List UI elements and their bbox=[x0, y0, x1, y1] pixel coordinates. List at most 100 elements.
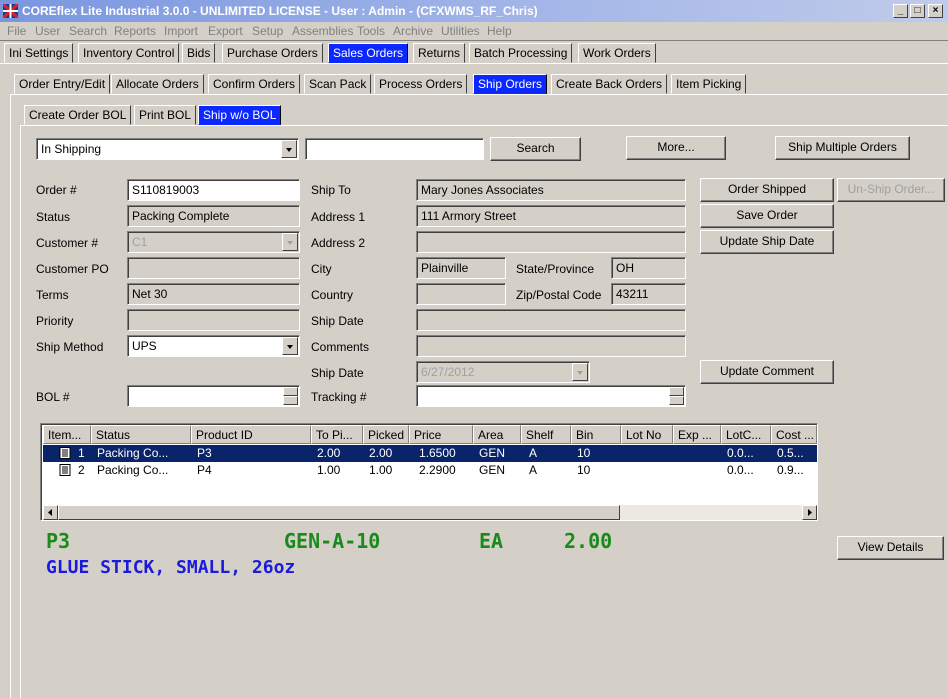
tab-ship-orders[interactable]: Ship Orders bbox=[473, 74, 548, 94]
column-header-item[interactable]: Item... bbox=[43, 425, 91, 444]
column-header-price[interactable]: Price bbox=[409, 425, 473, 444]
tab-inventory-control[interactable]: Inventory Control bbox=[78, 43, 180, 63]
column-header-area[interactable]: Area bbox=[473, 425, 521, 444]
menu-divider bbox=[0, 40, 948, 41]
cell-cost: 0.9... bbox=[777, 463, 804, 477]
tab-returns[interactable]: Returns bbox=[413, 43, 466, 63]
chevron-down-icon bbox=[282, 233, 298, 251]
menu-file[interactable]: File bbox=[7, 24, 26, 38]
address1-label: Address 1 bbox=[311, 210, 366, 224]
column-header-bin[interactable]: Bin bbox=[571, 425, 621, 444]
column-header-status[interactable]: Status bbox=[91, 425, 191, 444]
ship-date-picker: 6/27/2012 bbox=[416, 361, 590, 383]
horizontal-scrollbar[interactable] bbox=[43, 505, 817, 520]
menu-user[interactable]: User bbox=[35, 24, 60, 38]
cell-price: 2.2900 bbox=[419, 463, 456, 477]
scroll-right-icon[interactable] bbox=[802, 505, 817, 520]
menu-reports[interactable]: Reports bbox=[114, 24, 156, 38]
tab-order-entry-edit[interactable]: Order Entry/Edit bbox=[14, 74, 111, 94]
order-number-field[interactable]: S110819003 bbox=[127, 179, 300, 201]
cell-price: 1.6500 bbox=[419, 446, 456, 460]
tab-scan-pack[interactable]: Scan Pack bbox=[304, 74, 372, 94]
column-header-product-id[interactable]: Product ID bbox=[191, 425, 311, 444]
detail-qty: 2.00 bbox=[564, 529, 613, 553]
update-comment-button[interactable]: Update Comment bbox=[700, 360, 834, 384]
chevron-down-icon[interactable] bbox=[282, 337, 298, 355]
menu-search[interactable]: Search bbox=[69, 24, 107, 38]
search-button[interactable]: Search bbox=[490, 137, 581, 161]
ship-date-label: Ship Date bbox=[311, 314, 364, 328]
comments-label: Comments bbox=[311, 340, 370, 354]
update-ship-date-button[interactable]: Update Ship Date bbox=[700, 230, 834, 254]
column-header-picked[interactable]: Picked bbox=[363, 425, 409, 444]
customer-po-field bbox=[127, 257, 300, 279]
table-row[interactable]: 2 Packing Co... P4 1.00 1.00 2.2900 GEN … bbox=[43, 462, 817, 479]
column-header-to-pick[interactable]: To Pi... bbox=[311, 425, 363, 444]
customer-label: Customer # bbox=[36, 236, 99, 250]
tracking-field[interactable] bbox=[416, 385, 686, 407]
maximize-icon[interactable]: □ bbox=[910, 4, 925, 18]
panel-border bbox=[20, 125, 21, 698]
tab-process-orders[interactable]: Process Orders bbox=[374, 74, 468, 94]
status-filter-select[interactable]: In Shipping bbox=[36, 138, 299, 160]
scroll-left-icon[interactable] bbox=[43, 505, 58, 520]
bol-number-field[interactable] bbox=[127, 385, 300, 407]
tab-work-orders[interactable]: Work Orders bbox=[578, 43, 656, 63]
bol-spinner[interactable] bbox=[283, 387, 298, 405]
menu-utilities[interactable]: Utilities bbox=[441, 24, 480, 38]
tab-purchase-orders[interactable]: Purchase Orders bbox=[222, 43, 323, 63]
table-row[interactable]: 1 Packing Co... P3 2.00 2.00 1.6500 GEN … bbox=[43, 445, 817, 462]
cell-item: 2 bbox=[78, 463, 85, 477]
chevron-down-icon[interactable] bbox=[281, 140, 297, 158]
tab-sales-orders[interactable]: Sales Orders bbox=[328, 43, 409, 63]
tab-create-order-bol[interactable]: Create Order BOL bbox=[24, 105, 132, 125]
order-items-grid[interactable]: Item... Status Product ID To Pi... Picke… bbox=[40, 423, 818, 521]
tab-print-bol[interactable]: Print BOL bbox=[134, 105, 197, 125]
column-header-shelf[interactable]: Shelf bbox=[521, 425, 571, 444]
ship-date-field bbox=[416, 309, 686, 331]
tab-bids[interactable]: Bids bbox=[182, 43, 216, 63]
menu-assemblies[interactable]: Assemblies bbox=[292, 24, 353, 38]
tab-create-back-orders[interactable]: Create Back Orders bbox=[551, 74, 668, 94]
tab-strip-line bbox=[0, 63, 948, 64]
country-field bbox=[416, 283, 506, 305]
close-icon[interactable]: × bbox=[928, 4, 943, 18]
menu-setup[interactable]: Setup bbox=[252, 24, 283, 38]
cell-shelf: A bbox=[529, 463, 538, 477]
tab-item-picking[interactable]: Item Picking bbox=[671, 74, 747, 94]
save-order-button[interactable]: Save Order bbox=[700, 204, 834, 228]
ship-method-select[interactable]: UPS bbox=[127, 335, 300, 357]
state-label: State/Province bbox=[516, 262, 595, 276]
tab-ship-without-bol[interactable]: Ship w/o BOL bbox=[198, 105, 282, 125]
column-header-lot-no[interactable]: Lot No bbox=[621, 425, 673, 444]
tab-allocate-orders[interactable]: Allocate Orders bbox=[111, 74, 204, 94]
column-header-exp[interactable]: Exp ... bbox=[673, 425, 721, 444]
menu-export[interactable]: Export bbox=[208, 24, 243, 38]
zip-label: Zip/Postal Code bbox=[516, 288, 602, 302]
search-input[interactable] bbox=[305, 138, 484, 160]
view-details-button[interactable]: View Details bbox=[837, 536, 944, 560]
ship-multiple-orders-button[interactable]: Ship Multiple Orders bbox=[775, 136, 910, 160]
cell-to-pick: 1.00 bbox=[317, 463, 341, 477]
scroll-thumb[interactable] bbox=[58, 505, 620, 520]
order-shipped-button[interactable]: Order Shipped bbox=[700, 178, 834, 202]
menu-import[interactable]: Import bbox=[164, 24, 198, 38]
tab-batch-processing[interactable]: Batch Processing bbox=[469, 43, 573, 63]
document-icon bbox=[59, 464, 71, 476]
title-bar: COREflex Lite Industrial 3.0.0 - UNLIMIT… bbox=[0, 0, 948, 22]
tracking-spinner[interactable] bbox=[669, 387, 684, 405]
menu-archive[interactable]: Archive bbox=[393, 24, 433, 38]
tab-ini-settings[interactable]: Ini Settings bbox=[4, 43, 74, 63]
city-field: Plainville bbox=[416, 257, 506, 279]
menu-tools[interactable]: Tools bbox=[357, 24, 385, 38]
chevron-down-icon bbox=[572, 363, 588, 381]
more-button[interactable]: More... bbox=[626, 136, 726, 160]
ship-to-field: Mary Jones Associates bbox=[416, 179, 686, 201]
column-header-lotc[interactable]: LotC... bbox=[721, 425, 771, 444]
ship-to-label: Ship To bbox=[311, 183, 351, 197]
tab-confirm-orders[interactable]: Confirm Orders bbox=[208, 74, 301, 94]
minimize-icon[interactable]: _ bbox=[893, 4, 908, 18]
column-header-cost[interactable]: Cost ... bbox=[771, 425, 817, 444]
menu-help[interactable]: Help bbox=[487, 24, 512, 38]
menu-bar: File User Search Reports Import Export S… bbox=[0, 22, 948, 40]
